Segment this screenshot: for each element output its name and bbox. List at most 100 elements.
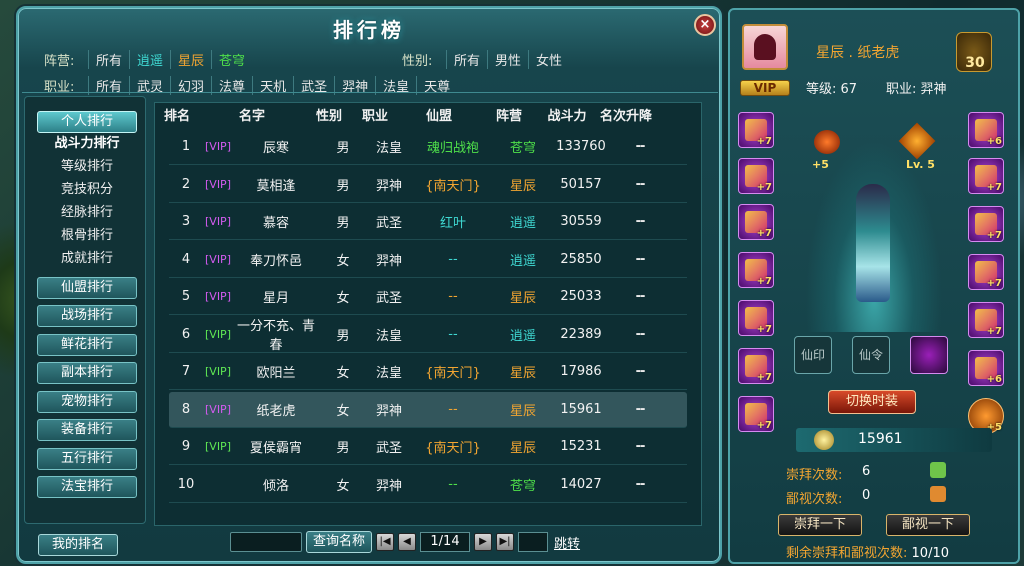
rank-cell: 2 bbox=[181, 176, 191, 192]
table-row[interactable]: 7 [VIP] 欧阳兰 女 法皇 {南天门} 星辰 17986 -- bbox=[169, 354, 687, 390]
switch-costume-button[interactable]: 切换时装 bbox=[828, 390, 916, 414]
camp-all[interactable]: 所有 bbox=[88, 49, 129, 69]
equip-slot-left-3[interactable]: +7 bbox=[738, 204, 774, 240]
vip-tag: [VIP] bbox=[205, 215, 231, 228]
job-cell: 武圣 bbox=[375, 216, 402, 231]
xianling-slot[interactable]: 仙令 bbox=[852, 336, 890, 374]
table-row[interactable]: 2 [VIP] 莫相逢 男 羿神 {南天门} 星辰 50157 -- bbox=[169, 167, 687, 203]
equip-slot-left-1[interactable]: +7 bbox=[738, 112, 774, 148]
first-page-button[interactable]: |◀ bbox=[376, 533, 395, 551]
sidebar-pet[interactable]: 宠物排行 bbox=[37, 391, 137, 413]
power-value: 15961 bbox=[858, 431, 903, 447]
header-job[interactable]: 职业 bbox=[353, 105, 397, 124]
rank-cell: 10 bbox=[177, 476, 195, 492]
sidebar-item-meridian[interactable]: 经脉排行 bbox=[37, 202, 137, 224]
table-row[interactable]: 6 [VIP] 一分不充、青春 男 法皇 -- 逍遥 22389 -- bbox=[169, 317, 687, 353]
enhance-level: +6 bbox=[986, 374, 1002, 385]
table-row[interactable]: 10 倾洛 女 羿神 -- 苍穹 14027 -- bbox=[169, 467, 687, 503]
page-jump-input[interactable] bbox=[518, 532, 549, 552]
sex-all[interactable]: 所有 bbox=[446, 49, 487, 69]
worship-button[interactable]: 崇拜一下 bbox=[778, 514, 862, 536]
player-profile-panel: VIP 星辰 . 纸老虎 等级: 67 职业: 羿神 30 +7 +7 +7 +… bbox=[728, 8, 1020, 564]
header-name[interactable]: 名字 bbox=[199, 105, 305, 124]
equip-slot-left-6[interactable]: +7 bbox=[738, 348, 774, 384]
equip-slot-right-6[interactable]: +6 bbox=[968, 350, 1004, 386]
table-row[interactable]: 5 [VIP] 星月 女 武圣 -- 星辰 25033 -- bbox=[169, 279, 687, 315]
name-cell: 夏侯霸宵 bbox=[249, 441, 302, 456]
sidebar-item-power[interactable]: 战斗力排行 bbox=[37, 133, 137, 155]
sidebar-guild[interactable]: 仙盟排行 bbox=[37, 277, 137, 299]
header-camp[interactable]: 阵营 bbox=[481, 105, 537, 124]
header-change[interactable]: 名次升降 bbox=[597, 105, 655, 124]
remain-counts: 剩余崇拜和鄙视次数: 10/10 bbox=[786, 542, 949, 561]
next-page-button[interactable]: ▶ bbox=[474, 533, 493, 551]
refine-level: +5 bbox=[812, 158, 829, 171]
xianyin-slot[interactable]: 仙印 bbox=[794, 336, 832, 374]
camp-filter-row: 阵营: 所有 逍遥 星辰 苍穹 bbox=[44, 48, 252, 70]
equip-slot-right-3[interactable]: +7 bbox=[968, 206, 1004, 242]
despise-count: 0 bbox=[862, 488, 871, 503]
close-button[interactable]: × bbox=[694, 14, 716, 36]
camp-cell: 星辰 bbox=[509, 291, 536, 306]
table-row[interactable]: 1 [VIP] 辰寒 男 法皇 魂归战袍 苍穹 133760 -- bbox=[169, 129, 687, 165]
character-preview[interactable]: +5 Lv. 5 bbox=[794, 114, 954, 332]
camp-xingchen[interactable]: 星辰 bbox=[170, 49, 211, 69]
sidebar-item-level[interactable]: 等级排行 bbox=[37, 156, 137, 178]
table-row[interactable]: 4 [VIP] 奉刀怀邑 女 羿神 -- 逍遥 25850 -- bbox=[169, 242, 687, 278]
job-cell: 武圣 bbox=[375, 441, 402, 456]
jump-link[interactable]: 跳转 bbox=[554, 533, 580, 552]
worship-count: 6 bbox=[862, 464, 871, 479]
sidebar-flower[interactable]: 鲜花排行 bbox=[37, 334, 137, 356]
sex-cell: 女 bbox=[336, 253, 350, 269]
name-cell: 倾洛 bbox=[262, 478, 289, 494]
sidebar-item-root[interactable]: 根骨排行 bbox=[37, 225, 137, 247]
search-name-input[interactable] bbox=[230, 532, 302, 552]
last-page-button[interactable]: ▶| bbox=[496, 533, 515, 551]
equip-slot-right-5[interactable]: +7 bbox=[968, 302, 1004, 338]
window-title: 排行榜 bbox=[333, 18, 405, 42]
header-rank[interactable]: 排名 bbox=[155, 105, 199, 124]
table-row[interactable]: 8 [VIP] 纸老虎 女 羿神 -- 星辰 15961 -- bbox=[169, 391, 687, 428]
equip-slot-left-2[interactable]: +7 bbox=[738, 158, 774, 194]
fabao-slot[interactable] bbox=[910, 336, 948, 374]
enhance-level: +7 bbox=[986, 326, 1002, 337]
sidebar-item-arena[interactable]: 竞技积分 bbox=[37, 179, 137, 201]
equip-slot-left-5[interactable]: +7 bbox=[738, 300, 774, 336]
equip-slot-right-4[interactable]: +7 bbox=[968, 254, 1004, 290]
sidebar-item-achievement[interactable]: 成就排行 bbox=[37, 248, 137, 270]
prev-page-button[interactable]: ◀ bbox=[398, 533, 417, 551]
equip-slot-right-1[interactable]: +6 bbox=[968, 112, 1004, 148]
sex-cell: 女 bbox=[336, 366, 350, 381]
sex-male[interactable]: 男性 bbox=[487, 49, 528, 69]
equip-slot-left-4[interactable]: +7 bbox=[738, 252, 774, 288]
table-row[interactable]: 9 [VIP] 夏侯霸宵 男 武圣 {南天门} 星辰 15231 -- bbox=[169, 429, 687, 465]
avatar[interactable] bbox=[742, 24, 788, 70]
enhance-level: +7 bbox=[756, 136, 772, 147]
query-name-button[interactable]: 查询名称 bbox=[306, 531, 373, 553]
sex-female[interactable]: 女性 bbox=[528, 49, 569, 69]
camp-cangqiong[interactable]: 苍穹 bbox=[211, 49, 252, 69]
camp-xiaoyao[interactable]: 逍遥 bbox=[129, 49, 170, 69]
sex-filter-row: 性别: 所有 男性 女性 bbox=[402, 48, 569, 70]
sidebar-fabao[interactable]: 法宝排行 bbox=[37, 476, 137, 498]
sidebar-personal[interactable]: 个人排行 bbox=[37, 111, 137, 133]
sidebar-wuxing[interactable]: 五行排行 bbox=[37, 448, 137, 470]
header-sex[interactable]: 性别 bbox=[305, 105, 353, 124]
table-row[interactable]: 3 [VIP] 慕容 男 武圣 红叶 逍遥 30559 -- bbox=[169, 204, 687, 240]
enhance-level: +7 bbox=[986, 182, 1002, 193]
header-guild[interactable]: 仙盟 bbox=[397, 105, 481, 124]
thumbs-up-icon bbox=[930, 462, 946, 478]
sidebar-dungeon[interactable]: 副本排行 bbox=[37, 362, 137, 384]
my-rank-button[interactable]: 我的排名 bbox=[38, 534, 118, 556]
sidebar-battlefield[interactable]: 战场排行 bbox=[37, 305, 137, 327]
change-cell: -- bbox=[635, 289, 646, 304]
avatar-portrait bbox=[754, 34, 776, 60]
vip-badge: VIP bbox=[740, 80, 790, 96]
equip-slot-right-2[interactable]: +7 bbox=[968, 158, 1004, 194]
despise-button[interactable]: 鄙视一下 bbox=[886, 514, 970, 536]
header-power[interactable]: 战斗力 bbox=[537, 105, 597, 124]
guild-cell: {南天门} bbox=[425, 441, 481, 456]
equip-slot-left-7[interactable]: +7 bbox=[738, 396, 774, 432]
sidebar-equipment[interactable]: 装备排行 bbox=[37, 419, 137, 441]
player-name: 星辰 . 纸老虎 bbox=[816, 45, 900, 61]
